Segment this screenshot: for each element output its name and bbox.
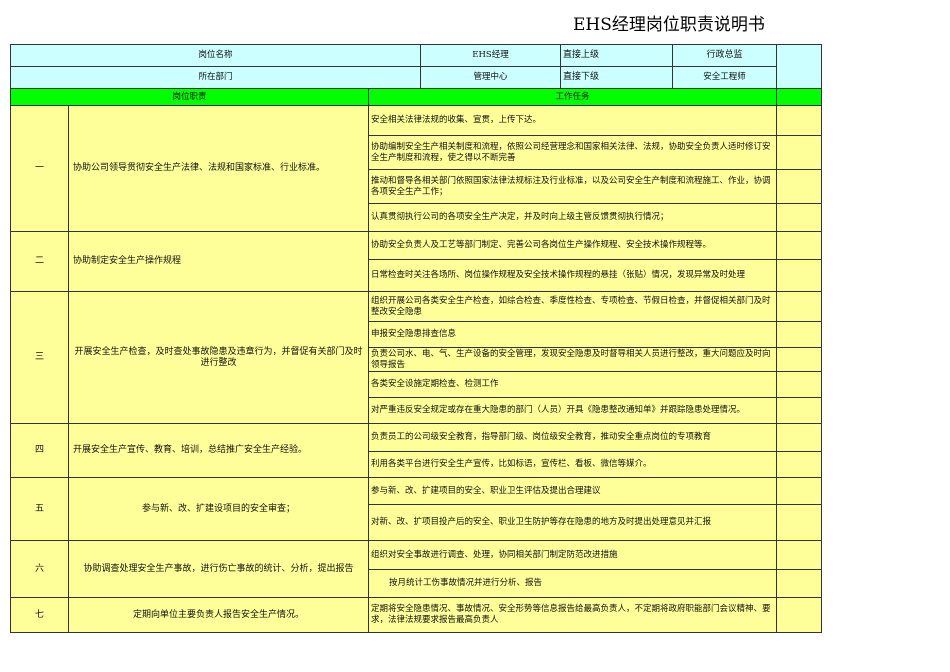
task-item: 日常检查时关注各场所、岗位操作规程及安全技术操作规程的悬挂（张贴）情况，发现异常… [367, 259, 778, 292]
blank-cell [776, 477, 823, 505]
duty-number: 三 [10, 291, 69, 424]
table-row: 一协助公司领导贯彻安全生产法律、法规和国家标准、行业标准。 安全相关法律法规的收集… [10, 105, 823, 232]
blank-cell [776, 321, 823, 348]
table-row: 六协助调查处理安全生产事故，进行伤亡事故的统计、分析，提出报告 组织对安全事故进行… [10, 540, 823, 598]
blank-cell [776, 135, 823, 170]
duty-description: 开展安全生产宣传、教育、培训，总结推广安全生产经验。 [68, 423, 369, 478]
task-item: 对新、改、扩项目投产后的安全、职业卫生防护等存在隐患的地方及时提出处理意见并汇报 [367, 504, 778, 541]
blank-cell [776, 423, 823, 452]
duty-number: 二 [10, 231, 69, 292]
task-item: 安全相关法律法规的收集、宣贯，上传下达。 [367, 105, 778, 136]
duty-description: 开展安全生产检查，及时查处事故隐患及违章行为，并督促有关部门及时进行整改 [68, 291, 369, 424]
blank-cell [776, 397, 823, 424]
task-item: 各类安全设施定期检查、检测工作 [367, 371, 778, 398]
blank-cell [776, 169, 823, 204]
blank-cell [776, 203, 823, 232]
task-item: 按月统计工伤事故情况并进行分析、报告 [367, 569, 778, 598]
task-item: 协助编制安全生产相关制度和流程，依照公司经营理念和国家相关法律、法规，协助安全负… [367, 135, 778, 170]
tasks-column-header: 工作任务 [367, 88, 778, 106]
header-row-dept: 所在部门 管理中心 直接下级 安全工程师 [9, 66, 822, 89]
task-item: 组织对安全事故进行调查、处理，协同相关部门制定防范改进措施 [367, 540, 778, 570]
task-item: 协助安全负责人及工艺等部门制定、完善公司各岗位生产操作规程、安全技术操作规程等。 [367, 231, 778, 260]
task-item: 定期将安全隐患情况、事故情况、安全形势等信息报告给最高负责人，不定期将政府职能部… [367, 597, 778, 633]
task-item: 负责员工的公司级安全教育，指导部门级、岗位级安全教育，推动安全重点岗位的专项教育 [367, 423, 778, 452]
task-item: 申报安全隐患排查信息 [367, 321, 778, 348]
dept-label: 所在部门 [9, 66, 422, 89]
task-item: 认真贯彻执行公司的各项安全生产决定，并及时向上级主管反馈贯彻执行情况； [367, 203, 778, 232]
duty-description: 定期向单位主要负责人报告安全生产情况。 [68, 597, 369, 633]
task-item: 对严重违反安全规定或存在重大隐患的部门（人员）开具《隐患整改通知单》并跟踪隐患处… [367, 397, 778, 424]
header-row-position: 岗位名称 EHS经理 直接上级 行政总监 [9, 44, 823, 89]
position-label: 岗位名称 [9, 44, 422, 67]
blank-column-header [776, 88, 823, 106]
blank-cell [776, 231, 823, 260]
table-row: 三开展安全生产检查，及时查处事故隐患及违章行为，并督促有关部门及时进行整改 组织开… [10, 291, 823, 424]
duty-number: 四 [10, 423, 69, 478]
table-row: 二协助制定安全生产操作规程 协助安全负责人及工艺等部门制定、完善公司各岗位生产操作… [10, 231, 823, 292]
blank-cell [776, 451, 823, 478]
task-item: 利用各类平台进行安全生产宣传，比如标语，宣传栏、看板、微信等媒介。 [367, 451, 778, 478]
duty-description: 协助制定安全生产操作规程 [68, 231, 369, 292]
duty-description: 协助公司领导贯彻安全生产法律、法规和国家标准、行业标准。 [68, 105, 369, 232]
column-header-row: 岗位职责 工作任务 [10, 88, 823, 106]
blank-cell [776, 105, 823, 136]
superior-value: 行政总监 [672, 44, 778, 67]
blank-cell [776, 597, 823, 633]
task-item: 参与新、改、扩建项目的安全、职业卫生评估及提出合理建议 [367, 477, 778, 505]
duty-description: 协助调查处理安全生产事故，进行伤亡事故的统计、分析，提出报告 [68, 540, 369, 598]
blank-cell [776, 540, 823, 570]
duty-description: 参与新、改、扩建设项目的安全审查； [68, 477, 369, 541]
blank-cell [776, 291, 823, 322]
table-row: 五参与新、改、扩建设项目的安全审查； 参与新、改、扩建项目的安全、职业卫生评估及提… [10, 477, 823, 541]
duty-number: 一 [10, 105, 69, 232]
blank-cell [776, 569, 823, 598]
duty-column-header: 岗位职责 [10, 88, 369, 106]
duty-number: 七 [10, 597, 69, 633]
table-row: 七定期向单位主要负责人报告安全生产情况。 定期将安全隐患情况、事故情况、安全形势等… [10, 597, 823, 633]
task-item: 组织开展公司各类安全生产检查，如综合检查、季度性检查、专项检查、节假日检查，并督… [367, 291, 778, 322]
job-description-table: 岗位名称 EHS经理 直接上级 行政总监 所在部门 管理中心 直接下级 安全工程… [9, 44, 823, 633]
header-blank-cell [776, 44, 823, 89]
blank-cell [776, 504, 823, 541]
task-item: 负责公司水、电、气、生产设备的安全管理，发现安全隐患及时督导相关人员进行整改，重… [367, 347, 778, 372]
blank-cell [776, 371, 823, 398]
dept-value: 管理中心 [420, 66, 562, 89]
duty-number: 六 [10, 540, 69, 598]
superior-label: 直接上级 [560, 44, 674, 67]
subordinate-label: 直接下级 [560, 66, 674, 89]
duty-number: 五 [10, 477, 69, 541]
task-item: 推动和督导各相关部门依照国家法律法规标注及行业标准，以及公司安全生产制度和流程施… [367, 169, 778, 204]
document-title: EHS经理岗位职责说明书 [573, 15, 765, 35]
blank-cell [776, 347, 823, 372]
table-row: 四开展安全生产宣传、教育、培训，总结推广安全生产经验。 负责员工的公司级安全教育，… [10, 423, 823, 478]
position-value: EHS经理 [420, 44, 562, 67]
blank-cell [776, 259, 823, 292]
subordinate-value: 安全工程师 [672, 66, 778, 89]
